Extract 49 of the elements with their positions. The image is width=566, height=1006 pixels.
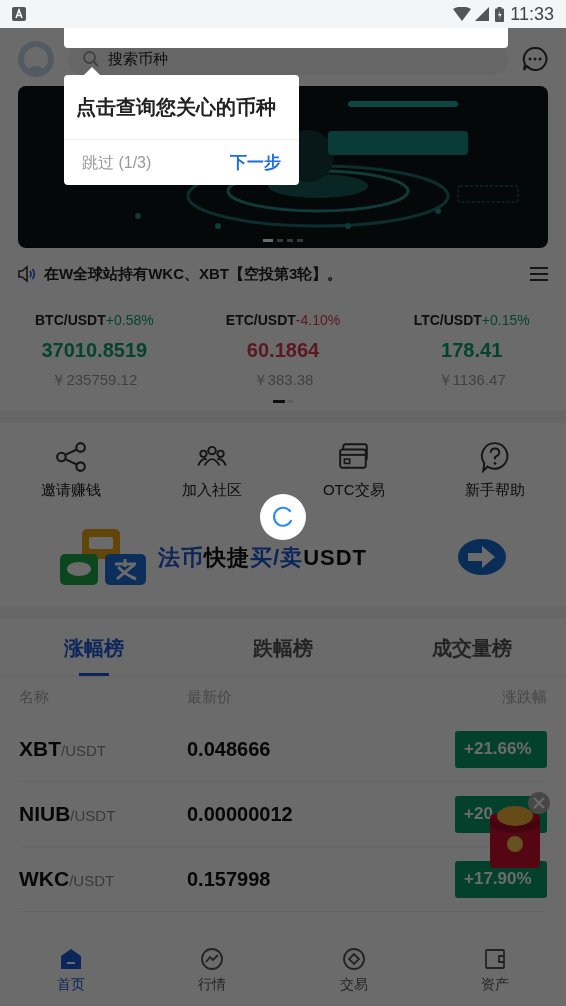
coin-symbol: NIUB bbox=[19, 801, 71, 828]
page-indicator[interactable] bbox=[273, 399, 285, 403]
chat-icon[interactable] bbox=[522, 46, 548, 72]
nav-tab[interactable]: 首页 bbox=[0, 936, 142, 1006]
ticker-pair[interactable]: LTC/USDT+0.15% bbox=[413, 310, 530, 331]
nav-tab[interactable]: 交易 bbox=[283, 936, 425, 1006]
guide-message: 点击查询您关心的币种 bbox=[75, 95, 277, 120]
latest-price: 0.048666 bbox=[187, 737, 272, 762]
shortcut-button[interactable]: OTC交易 bbox=[283, 440, 425, 501]
fiat-trade-slogan[interactable]: 法币快捷买/卖USDT bbox=[158, 540, 367, 574]
ticker-pair[interactable]: BTC/USDT+0.58% bbox=[35, 310, 154, 331]
ranking-tab[interactable]: 涨幅榜 bbox=[0, 619, 189, 676]
wallet-icon bbox=[483, 947, 508, 971]
arrow-right-icon[interactable] bbox=[458, 539, 506, 575]
coin-symbol: WKC bbox=[19, 866, 70, 893]
nav-tab[interactable]: 资产 bbox=[424, 936, 566, 1006]
battery-icon bbox=[495, 6, 505, 22]
payment-apps-icon bbox=[60, 529, 146, 585]
menu-icon[interactable] bbox=[530, 266, 548, 282]
ranking-tab[interactable]: 成交量榜 bbox=[377, 619, 566, 676]
share-icon bbox=[54, 440, 87, 473]
home-icon bbox=[58, 947, 83, 971]
ranking-tab[interactable]: 跌幅榜 bbox=[188, 619, 378, 676]
skip-button[interactable]: 跳过 (1/3) bbox=[82, 150, 152, 175]
latest-price: 0.00000012 bbox=[187, 802, 294, 827]
spinner-icon bbox=[272, 506, 294, 528]
tab-underline bbox=[79, 673, 110, 676]
app-notification-icon bbox=[12, 7, 26, 21]
chart-icon bbox=[200, 947, 225, 971]
speaker-icon bbox=[18, 265, 36, 283]
wifi-icon bbox=[453, 7, 472, 21]
shortcut-button[interactable]: 加入社区 bbox=[141, 440, 283, 501]
coin-symbol: XBT bbox=[19, 736, 61, 763]
search-placeholder: 搜索币种 bbox=[108, 48, 168, 69]
next-step-button[interactable]: 下一步 bbox=[230, 149, 281, 176]
signal-icon bbox=[475, 7, 490, 21]
ticker-price: 178.41 bbox=[441, 338, 503, 363]
search-icon bbox=[82, 50, 100, 68]
status-time: 11:33 bbox=[510, 2, 554, 26]
notice-text[interactable]: 在W全球站持有WKC、XBT【空投第3轮】。 bbox=[44, 262, 522, 286]
shortcut-button[interactable]: 新手帮助 bbox=[424, 440, 566, 501]
nav-tab[interactable]: 行情 bbox=[141, 936, 283, 1006]
shortcut-button[interactable]: 邀请赚钱 bbox=[0, 440, 142, 501]
ticker-pair[interactable]: ETC/USDT-4.10% bbox=[225, 310, 341, 331]
change-badge: +21.66% bbox=[455, 730, 547, 768]
latest-price: 0.157998 bbox=[187, 867, 272, 892]
ticker-price: 37010.8519 bbox=[41, 338, 148, 363]
ticker-price: 60.1864 bbox=[246, 338, 320, 363]
close-icon[interactable] bbox=[528, 792, 550, 814]
